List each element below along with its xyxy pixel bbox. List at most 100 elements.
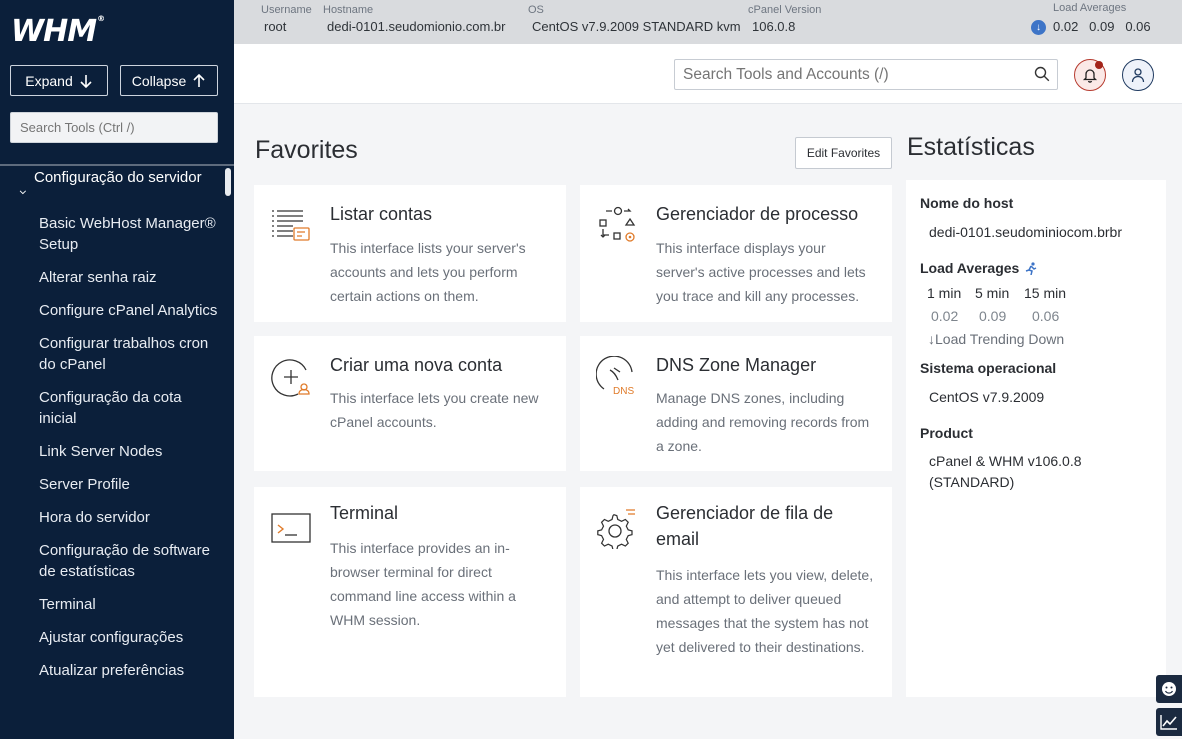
card-title: Gerenciador de fila de email [656, 503, 834, 549]
stats-panel: Nome do host dedi-0101.seudominiocom.brb… [906, 180, 1166, 697]
card-title: Gerenciador de processo [656, 204, 859, 224]
logo-registered-mark: ® [97, 14, 105, 23]
os-stat: CentOS v7.9.2009 [929, 389, 1045, 405]
card-description: This interface lets you view, delete, an… [656, 567, 874, 655]
product-stat: cPanel & WHM v106.0.8 (STANDARD) [929, 453, 1082, 490]
load-1min: 0.02 [1053, 19, 1079, 34]
favorites-title: Favorites [255, 136, 358, 164]
card-description: This interface provides an in-browser te… [330, 540, 516, 628]
whm-logo[interactable]: WHM® [11, 14, 105, 49]
sidebar-item-server-time[interactable]: Hora do servidor [39, 507, 221, 528]
favorite-card-list-accounts[interactable]: Listar contas This interface lists your … [254, 185, 566, 322]
search-icon[interactable] [1034, 66, 1050, 82]
sidebar-item-cpanel-analytics[interactable]: Configure cPanel Analytics [39, 300, 221, 321]
sidebar-search-input[interactable] [10, 112, 218, 143]
expand-label: Expand [25, 72, 73, 89]
sidebar-item-terminal[interactable]: Terminal [39, 594, 221, 615]
user-menu-button[interactable] [1122, 59, 1154, 91]
load-trend-down-icon: ↓ [1031, 20, 1046, 35]
load-trend-text: Load Trending Down [935, 331, 1065, 347]
load-averages-values: 0.02 0.09 0.06 [1053, 17, 1151, 37]
dns-zone-icon: DNS [596, 356, 634, 397]
dns-badge: DNS [613, 386, 634, 397]
load-header-15min: 15 min [1024, 285, 1067, 301]
card-description: This interface lets you create new cPane… [330, 390, 539, 430]
load-averages-label: Load Averages [1053, 2, 1127, 14]
arrow-down-icon [80, 74, 92, 88]
sidebar-item-change-root-password[interactable]: Alterar senha raiz [39, 267, 221, 288]
os-value: CentOS v7.9.2009 STANDARD kvm [532, 19, 741, 34]
sidebar-list: Basic WebHost Manager® Setup Alterar sen… [39, 213, 221, 693]
favorite-card-terminal[interactable]: Terminal This interface provides an in-b… [254, 487, 566, 697]
sidebar-item-basic-setup[interactable]: Basic WebHost Manager® Setup [39, 213, 221, 255]
load-averages-heading: Load Averages [920, 260, 1037, 276]
search-tools-accounts-input[interactable] [674, 59, 1058, 90]
load-averages-info: Load Averages 0.02 0.09 0.06 [1053, 1, 1151, 37]
hostname-label: Hostname [323, 4, 374, 16]
sidebar-group-label: Configuração do servidor [34, 169, 202, 186]
user-icon [1131, 68, 1145, 83]
notification-dot [1095, 61, 1103, 69]
sidebar-item-update-preferences[interactable]: Atualizar preferências [39, 660, 221, 681]
feedback-button[interactable] [1156, 675, 1182, 703]
os-label: OS [528, 4, 544, 16]
list-accounts-icon [272, 210, 310, 241]
terminal-icon [271, 513, 311, 543]
create-account-icon [271, 359, 310, 397]
collapse-label: Collapse [131, 72, 187, 89]
edit-favorites-button[interactable]: Edit Favorites [795, 137, 892, 169]
process-manager-icon [599, 206, 636, 242]
load-header-1min: 1 min [927, 285, 962, 301]
username-value: root [264, 19, 287, 34]
page-header [234, 44, 1182, 104]
expand-button[interactable]: Expand [10, 65, 108, 96]
card-title: Terminal [330, 503, 399, 523]
sidebar-divider [0, 164, 234, 166]
os-info: OS CentOS v7.9.2009 STANDARD kvm [528, 3, 741, 37]
sidebar-item-stats-software[interactable]: Configuração de software de estatísticas [39, 540, 221, 582]
load-averages-heading-text: Load Averages [920, 260, 1020, 276]
card-description: This interface lists your server's accou… [330, 240, 526, 304]
load-value-15min: 0.06 [1032, 308, 1060, 324]
notifications-button[interactable] [1074, 59, 1106, 91]
sidebar-scrollbar[interactable] [225, 168, 231, 196]
sidebar-item-tweak-settings[interactable]: Ajustar configurações [39, 627, 221, 648]
favorite-card-mail-queue-manager[interactable]: Gerenciador de fila de email This interf… [580, 487, 892, 697]
username-info: Username root [261, 3, 312, 37]
runner-icon [1025, 262, 1037, 276]
smiley-icon [1162, 682, 1176, 696]
bell-icon [1082, 69, 1098, 83]
load-value-1min: 0.02 [931, 308, 959, 324]
load-15min: 0.06 [1125, 19, 1151, 34]
sidebar-group-server-config[interactable]: Configuração do servidor [14, 167, 214, 197]
favorite-card-create-account[interactable]: Criar uma nova conta This interface lets… [254, 336, 566, 471]
sidebar-item-server-profile[interactable]: Server Profile [39, 474, 221, 495]
collapse-button[interactable]: Collapse [120, 65, 218, 96]
hostname-value: dedi-0101.seudomionio.com.br [327, 19, 506, 34]
favorite-card-process-manager[interactable]: Gerenciador de processo This interface d… [580, 185, 892, 322]
card-description: Manage DNS zones, including adding and r… [656, 390, 870, 454]
hostname-heading: Nome do host [920, 195, 1014, 211]
sidebar-item-link-server-nodes[interactable]: Link Server Nodes [39, 441, 221, 462]
trend-down-arrow-icon: ↓ [928, 331, 935, 347]
arrow-up-icon [193, 73, 205, 87]
load-header-5min: 5 min [975, 285, 1010, 301]
load-5min: 0.09 [1089, 19, 1115, 34]
card-title: DNS Zone Manager [656, 355, 817, 375]
analytics-button[interactable] [1156, 708, 1182, 736]
os-heading: Sistema operacional [920, 360, 1057, 376]
sidebar-item-cron-jobs[interactable]: Configurar trabalhos cron do cPanel [39, 333, 221, 375]
cpanel-version-label: cPanel Version [748, 4, 822, 16]
sidebar: WHM® Expand Collapse Configuração do ser… [0, 0, 234, 739]
hostname-stat: dedi-0101.seudominiocom.brbr [929, 224, 1122, 240]
card-title: Listar contas [330, 204, 433, 224]
hostname-info: Hostname dedi-0101.seudomionio.com.br [323, 3, 506, 37]
logo-text: WHM [11, 14, 97, 49]
card-description: This interface displays your server's ac… [656, 240, 866, 304]
server-info-bar: Username root Hostname dedi-0101.seudomi… [234, 0, 1182, 44]
card-title: Criar uma nova conta [330, 355, 503, 375]
favorite-card-dns-zone-manager[interactable]: DNS DNS Zone Manager Manage DNS zones, i… [580, 336, 892, 471]
cpanel-version-info: cPanel Version 106.0.8 [748, 3, 821, 37]
load-value-5min: 0.09 [979, 308, 1007, 324]
sidebar-item-initial-quota[interactable]: Configuração da cota inicial [39, 387, 221, 429]
